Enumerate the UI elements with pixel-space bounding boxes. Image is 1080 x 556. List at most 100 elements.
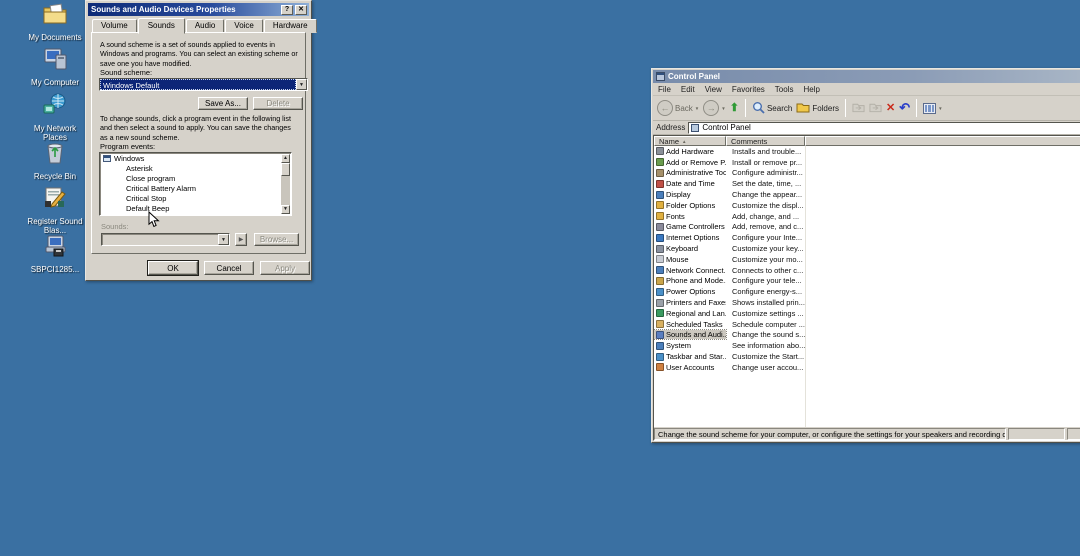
game-controllers-icon [656, 223, 664, 231]
control-panel-item[interactable]: Power Options Configure energy-s... [654, 286, 1080, 297]
play-sound-button[interactable]: ▶ [235, 233, 247, 246]
program-event-item[interactable]: Default Beep [100, 203, 291, 213]
control-panel-item[interactable]: Add or Remove P... Install or remove pr.… [654, 157, 1080, 168]
up-button[interactable]: ⬆ [730, 102, 739, 114]
empty-column-header[interactable] [805, 136, 1080, 146]
chevron-down-icon[interactable]: ▼ [296, 79, 307, 90]
control-panel-item[interactable]: System See information abo... [654, 340, 1080, 351]
views-button[interactable]: ▼ [923, 103, 942, 114]
forward-button[interactable]: → ▼ [703, 100, 725, 116]
sounds-select[interactable]: ▼ [101, 233, 230, 246]
toolbar-separator [916, 99, 917, 117]
menu-item[interactable]: File [658, 85, 671, 94]
user-accounts-icon [656, 363, 664, 371]
folders-button[interactable]: Folders [796, 102, 839, 115]
desktop-icon-sbpci-setup[interactable]: SBPCI1285... [22, 234, 88, 274]
tab-audio[interactable]: Audio [186, 19, 224, 33]
list-scrollbar[interactable]: ▲ ▼ [281, 154, 290, 214]
cancel-button[interactable]: Cancel [204, 261, 254, 275]
control-panel-item[interactable]: Internet Options Configure your Inte... [654, 232, 1080, 243]
help-button[interactable]: ? [281, 5, 293, 15]
tab-sounds[interactable]: Sounds [138, 18, 185, 34]
control-panel-item[interactable]: Folder Options Customize the displ... [654, 200, 1080, 211]
delete-button[interactable]: Delete [253, 97, 303, 110]
program-event-item[interactable]: Critical Stop [100, 193, 291, 203]
tab-volume[interactable]: Volume [92, 19, 137, 33]
windows-logo-icon [103, 155, 111, 162]
register-sound-blaster-icon [42, 186, 68, 215]
sound-scheme-select[interactable]: Windows Default ▼ [99, 78, 308, 91]
dialog-titlebar[interactable]: Sounds and Audio Devices Properties ? ✕ [88, 3, 309, 16]
desktop: My Documents My Computer My Network Plac… [0, 0, 1080, 556]
add-hardware-icon [656, 147, 664, 155]
toolbar-separator [845, 99, 846, 117]
chevron-down-icon[interactable]: ▼ [218, 234, 229, 245]
address-input[interactable]: Control Panel [688, 122, 1080, 134]
scroll-up-icon[interactable]: ▲ [281, 154, 290, 163]
name-column-header[interactable]: Name ▲ [654, 136, 726, 146]
browse-button[interactable]: Browse... [254, 233, 299, 246]
back-button[interactable]: ← Back ▼ [657, 100, 699, 116]
program-event-item[interactable]: Asterisk [100, 163, 291, 173]
copy-to-button[interactable] [869, 102, 882, 115]
tab-voice[interactable]: Voice [225, 19, 263, 33]
desktop-icon-my-documents[interactable]: My Documents [22, 2, 88, 42]
control-panel-item[interactable]: Game Controllers Add, remove, and c... [654, 222, 1080, 233]
program-event-item[interactable]: Close program [100, 173, 291, 183]
menu-item[interactable]: Edit [681, 85, 695, 94]
delete-button-toolbar[interactable]: ✕ [886, 102, 895, 114]
address-label: Address [656, 123, 685, 132]
scrollbar-thumb[interactable] [281, 163, 290, 176]
column-headers: Name ▲ Comments [654, 136, 1080, 146]
desktop-icon-register-sound-blaster[interactable]: Register Sound Blas... [22, 186, 88, 235]
control-panel-item[interactable]: Mouse Customize your mo... [654, 254, 1080, 265]
undo-button[interactable]: ↶ [899, 102, 910, 114]
program-event-item[interactable]: Windows [100, 153, 291, 163]
control-panel-item[interactable]: Date and Time Set the date, time, ... [654, 178, 1080, 189]
control-panel-titlebar[interactable]: Control Panel [653, 70, 1080, 83]
menu-item[interactable]: Tools [775, 85, 794, 94]
tab-hardware[interactable]: Hardware [264, 19, 317, 33]
program-event-item[interactable]: Critical Battery Alarm [100, 183, 291, 193]
control-panel-item[interactable]: Keyboard Customize your key... [654, 243, 1080, 254]
desktop-icon-my-computer[interactable]: My Computer [22, 47, 88, 87]
program-events-list[interactable]: ▲ ▼ Windows Asterisk [99, 152, 292, 216]
control-panel-item[interactable]: Sounds and Audi... Change the sound s... [654, 330, 1080, 341]
menu-item[interactable]: Help [803, 85, 819, 94]
power-options-icon [656, 288, 664, 296]
scheme-description: A sound scheme is a set of sounds applie… [100, 40, 298, 68]
control-panel-item[interactable]: Administrative Tools Configure administr… [654, 168, 1080, 179]
control-panel-item[interactable]: Regional and Lan... Customize settings .… [654, 308, 1080, 319]
chevron-down-icon: ▼ [721, 106, 725, 111]
taskbar-start-menu-icon [656, 353, 664, 361]
search-button[interactable]: Search [752, 101, 792, 116]
apply-button[interactable]: Apply [260, 261, 310, 275]
control-panel-item[interactable]: Printers and Faxes Shows installed prin.… [654, 297, 1080, 308]
control-panel-title: Control Panel [668, 72, 1080, 81]
address-bar: Address Control Panel [653, 121, 1080, 135]
desktop-icon-recycle-bin[interactable]: Recycle Bin [22, 141, 88, 181]
control-panel-item[interactable]: Display Change the appear... [654, 189, 1080, 200]
control-panel-item[interactable]: Fonts Add, change, and ... [654, 211, 1080, 222]
control-panel-item[interactable]: Add Hardware Installs and trouble... [654, 146, 1080, 157]
move-to-button[interactable] [852, 102, 865, 115]
close-button[interactable]: ✕ [295, 5, 307, 15]
sounds-audio-properties-dialog: Sounds and Audio Devices Properties ? ✕ … [85, 0, 312, 281]
control-panel-item[interactable]: Scheduled Tasks Schedule computer ... [654, 319, 1080, 330]
control-panel-item[interactable]: Network Connect... Connects to other c..… [654, 265, 1080, 276]
menu-item[interactable]: View [705, 85, 722, 94]
desktop-icon-my-network-places[interactable]: My Network Places [22, 93, 88, 142]
address-value: Control Panel [702, 123, 750, 132]
ok-button[interactable]: OK [148, 261, 198, 275]
save-as-button[interactable]: Save As... [198, 97, 248, 110]
control-panel-item[interactable]: Phone and Mode... Configure your tele... [654, 276, 1080, 287]
my-network-places-icon [42, 93, 68, 122]
scroll-down-icon[interactable]: ▼ [281, 205, 290, 214]
menu-item[interactable]: Favorites [732, 85, 765, 94]
comments-column-header[interactable]: Comments [726, 136, 805, 146]
chevron-down-icon: ▼ [938, 106, 942, 111]
control-panel-item[interactable]: Taskbar and Star... Customize the Start.… [654, 351, 1080, 362]
control-panel-list: Name ▲ Comments Add Hardware [653, 135, 1080, 441]
control-panel-item[interactable]: User Accounts Change user accou... [654, 362, 1080, 373]
fonts-icon [656, 212, 664, 220]
